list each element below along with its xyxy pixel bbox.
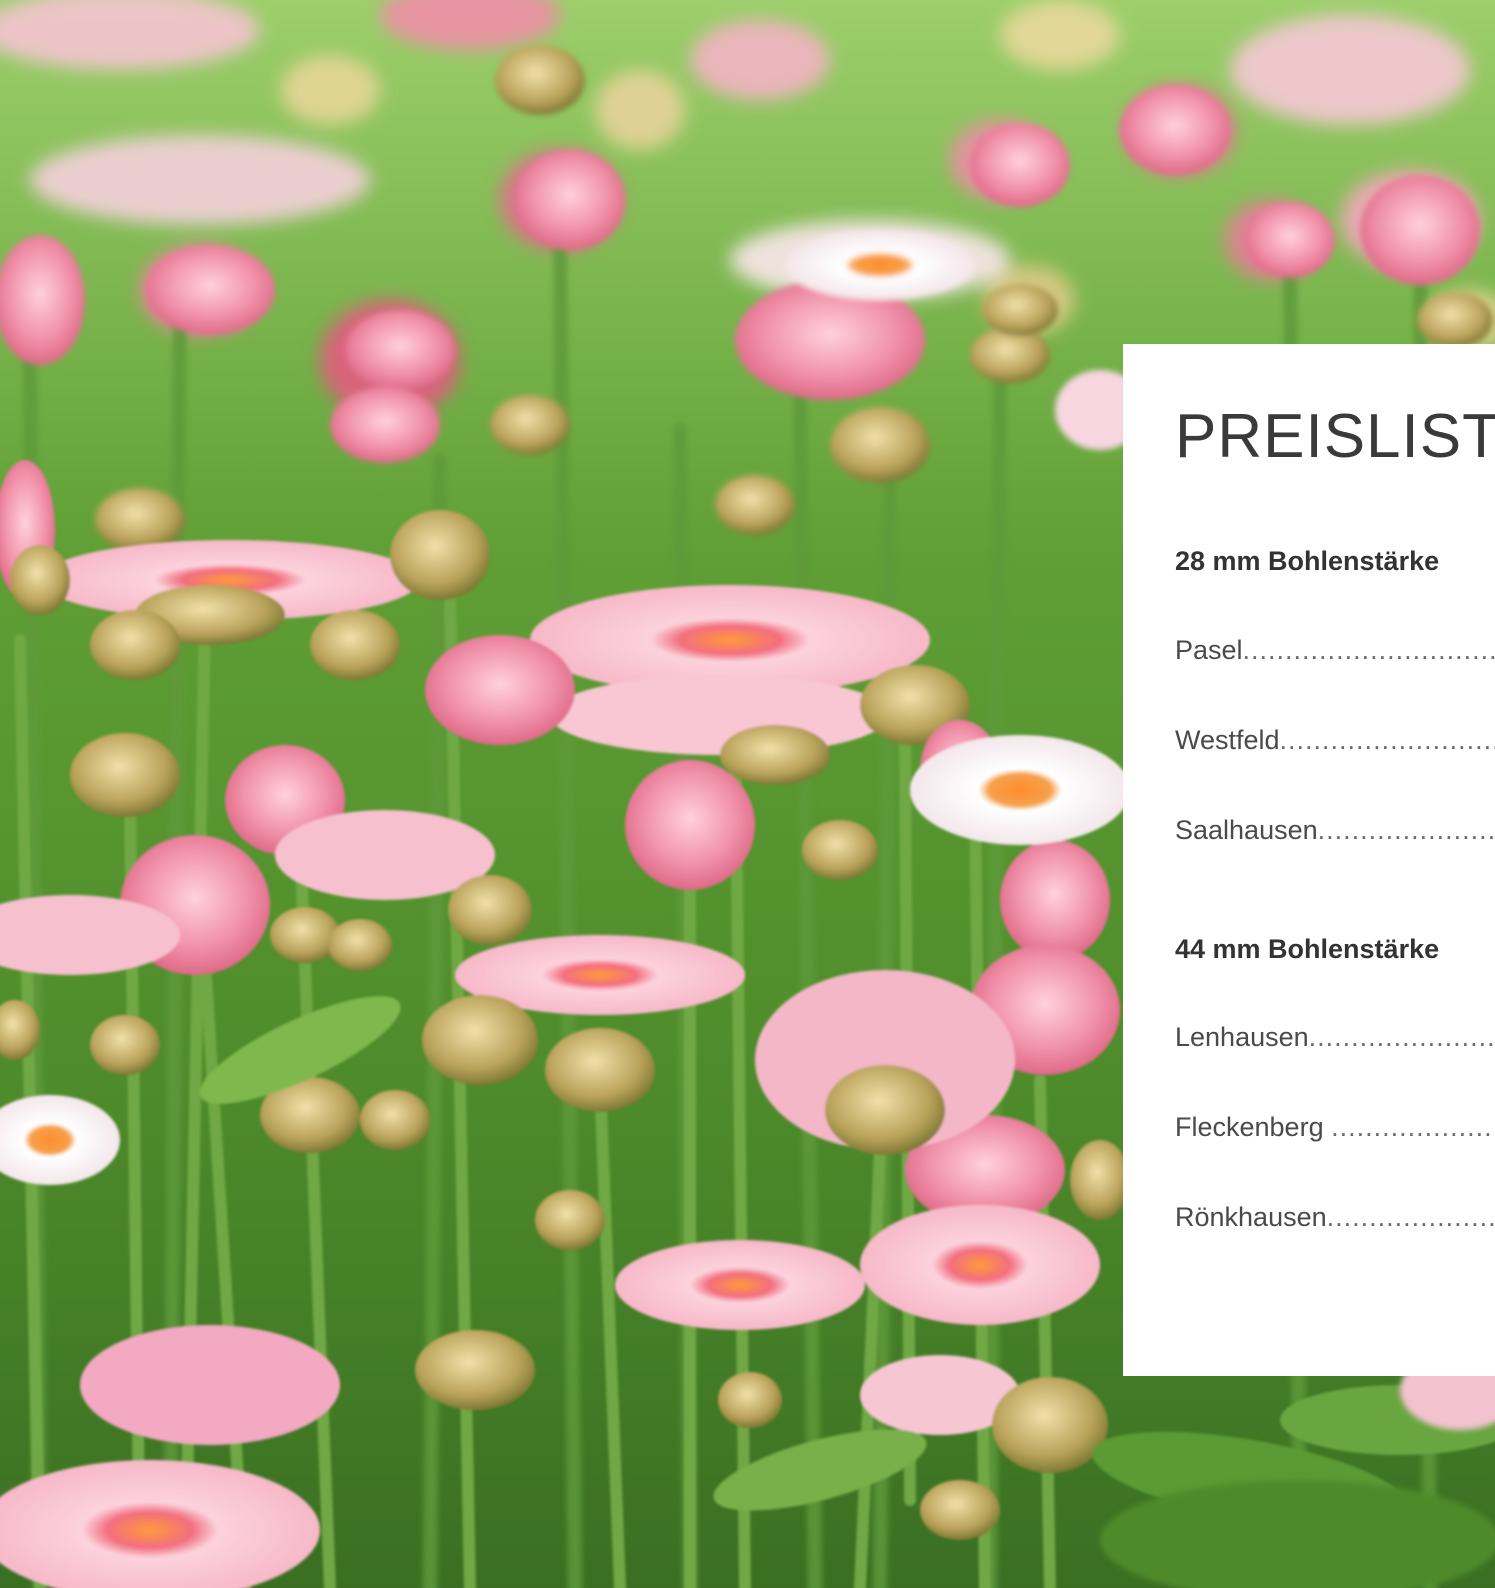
price-row-label: Westfeld <box>1175 725 1280 755</box>
price-row-pasel: Pasel ..................................… <box>1175 637 1495 664</box>
dot-leader: ........................................… <box>1242 637 1495 664</box>
dot-leader: ........................................… <box>1308 1024 1495 1051</box>
price-row-fleckenberg: Fleckenberg ............................… <box>1175 1114 1495 1141</box>
section-heading-44mm: 44 mm Bohlenstärke <box>1175 934 1440 964</box>
dot-leader: ........................................… <box>1331 1114 1495 1141</box>
panel-title: PREISLIST <box>1175 402 1495 471</box>
price-row-label: Rönkhausen <box>1175 1202 1327 1232</box>
price-list-panel: PREISLIST 28 mm Bohlenstärke Pasel .....… <box>1123 344 1495 1376</box>
price-row-westfeld: Westfeld ...............................… <box>1175 727 1495 754</box>
page: PREISLIST 28 mm Bohlenstärke Pasel .....… <box>0 0 1495 1588</box>
price-row-roenkhausen: Rönkhausen .............................… <box>1175 1204 1495 1231</box>
dot-leader: ........................................… <box>1326 1204 1495 1231</box>
price-row-label: Fleckenberg <box>1175 1112 1332 1142</box>
dot-leader: ........................................… <box>1317 817 1495 844</box>
price-row-lenhausen: Lenhausen ..............................… <box>1175 1024 1495 1051</box>
price-row-label: Pasel <box>1175 635 1243 665</box>
dot-leader: ........................................… <box>1279 727 1495 754</box>
price-row-saalhausen: Saalhausen .............................… <box>1175 817 1495 844</box>
section-heading-28mm: 28 mm Bohlenstärke <box>1175 546 1440 576</box>
price-row-label: Saalhausen <box>1175 815 1318 845</box>
price-row-label: Lenhausen <box>1175 1022 1309 1052</box>
